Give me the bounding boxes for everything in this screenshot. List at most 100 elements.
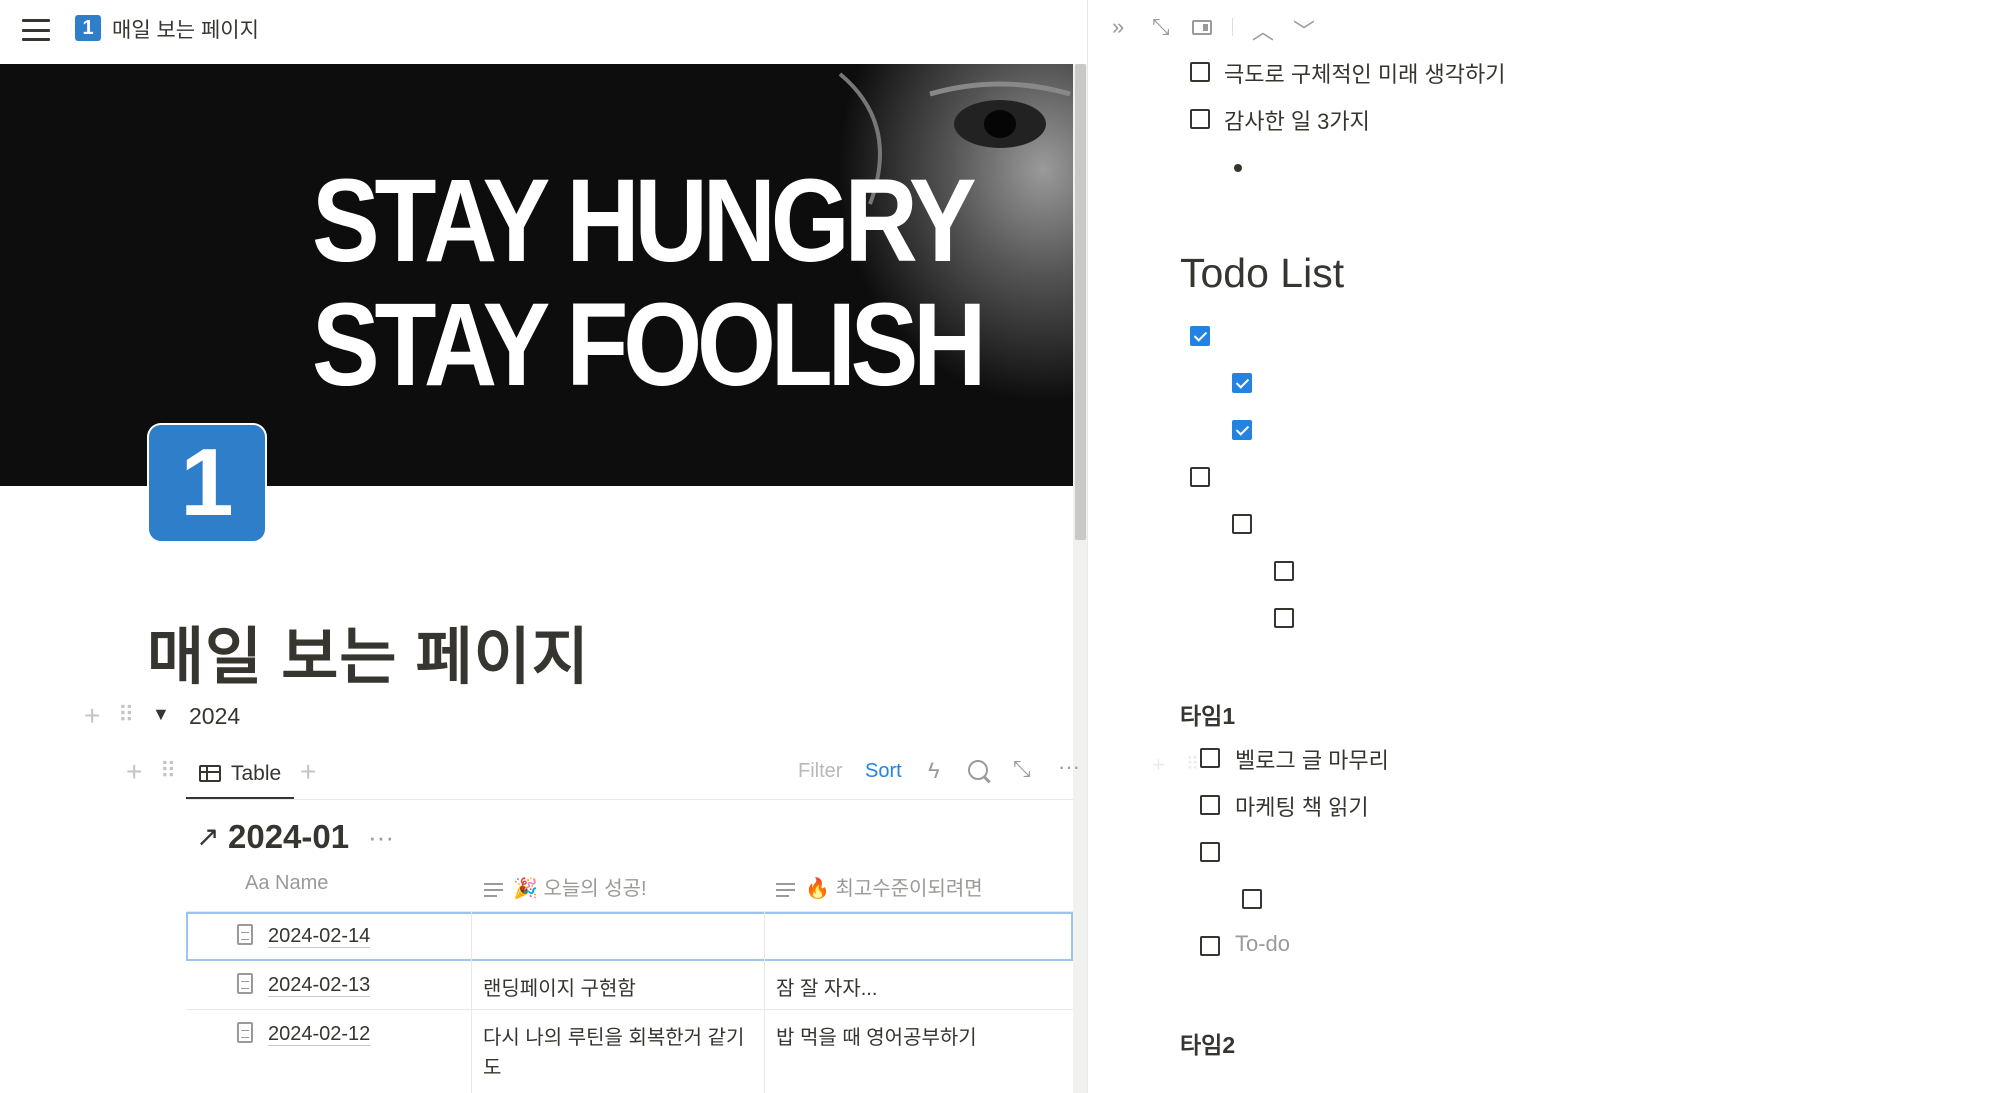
top-level-text: 잠 잘 자자... <box>776 978 878 1000</box>
todo-text-obscured[interactable] <box>1262 367 1362 391</box>
text-property-icon <box>776 882 795 897</box>
success-cell[interactable]: 다시 나의 루틴을 회복한거 같기도 <box>471 1010 765 1093</box>
success-cell[interactable] <box>471 912 765 961</box>
todo-checkbox-checked[interactable] <box>1232 373 1252 393</box>
name-cell[interactable]: 2024-02-14 <box>186 912 472 961</box>
todo-text-obscured[interactable] <box>1220 461 1500 485</box>
table-row[interactable]: 2024-02-12 다시 나의 루틴을 회복한거 같기도 밥 먹을 때 영어공… <box>186 1010 1073 1093</box>
todo-checkbox[interactable] <box>1200 842 1220 862</box>
view-tabs-divider <box>186 799 1073 800</box>
row-name[interactable]: 2024-02-13 <box>268 974 371 997</box>
open-full-page-icon[interactable]: ⤡ <box>1152 14 1170 40</box>
add-block-plus-icon[interactable]: + <box>126 756 142 788</box>
todo-checkbox[interactable] <box>1200 936 1220 956</box>
todo-text-obscured[interactable] <box>1304 555 1324 579</box>
add-block-plus-icon[interactable]: + <box>84 700 100 732</box>
link-arrow-icon: ↗ <box>196 821 220 852</box>
todo-checkbox[interactable] <box>1190 62 1210 82</box>
todo-text[interactable]: 감사한 일 3가지 <box>1224 104 1370 136</box>
text-property-icon <box>484 882 503 897</box>
filter-button[interactable]: Filter <box>798 760 842 783</box>
todo-checkbox[interactable] <box>1232 514 1252 534</box>
document-icon <box>237 924 253 945</box>
automation-bolt-icon[interactable]: ϟ <box>928 758 940 784</box>
cover-image[interactable]: STAY HUNGRY STAY FOOLISH <box>0 64 1073 486</box>
row-name[interactable]: 2024-02-12 <box>268 1023 371 1046</box>
sort-button[interactable]: Sort <box>865 760 902 783</box>
toolbar-separator <box>1232 18 1233 36</box>
todo-checkbox[interactable] <box>1190 109 1210 129</box>
column-header-top-level[interactable]: 🔥 최고수준이되려면 <box>776 872 983 901</box>
drag-handle-icon[interactable]: ⠿ <box>160 758 176 784</box>
bullet-point[interactable] <box>1234 164 1242 172</box>
group-title[interactable]: 2024-01 <box>228 818 349 856</box>
todo-checkbox[interactable] <box>1274 608 1294 628</box>
success-text: 랜딩페이지 구현함 <box>483 978 636 1000</box>
top-bar: 1 매일 보는 페이지 <box>0 0 1087 64</box>
todo-text-obscured[interactable] <box>1276 884 1496 908</box>
todo-text-obscured[interactable] <box>1220 320 1500 344</box>
add-view-plus-icon[interactable]: + <box>300 756 316 788</box>
todo-text[interactable]: 벨로그 글 마무리 <box>1235 743 1389 775</box>
column-header-success[interactable]: 🎉 오늘의 성공! <box>484 872 647 901</box>
time2-heading[interactable]: 타임2 <box>1180 1026 1235 1060</box>
cover-text-line2: STAY FOOLISH <box>312 279 986 411</box>
page-icon[interactable]: 1 <box>149 425 265 541</box>
top-level-cell[interactable]: 밥 먹을 때 영어공부하기 <box>764 1010 1073 1093</box>
column-header-top-level-label: 🔥 최고수준이되려면 <box>805 878 983 900</box>
todo-text-obscured[interactable] <box>1262 508 1362 532</box>
table-row[interactable]: 2024-02-14 <box>186 912 1073 961</box>
breadcrumb-page-icon[interactable]: 1 <box>75 15 101 41</box>
group-more-icon[interactable]: ··· <box>368 822 394 853</box>
document-icon <box>237 973 253 994</box>
chevron-down-icon[interactable]: ﹀ <box>1293 14 1315 46</box>
tab-table-view[interactable]: Table <box>186 750 294 800</box>
drag-handle-icon[interactable]: ⠿ <box>1186 754 1199 775</box>
page-title[interactable]: 매일 보는 페이지 <box>147 606 590 696</box>
tab-table-label: Table <box>231 761 282 785</box>
todo-text-obscured[interactable] <box>1235 837 1325 861</box>
expand-arrows-icon[interactable]: ⤡ <box>1013 756 1031 782</box>
todo-checkbox[interactable] <box>1200 795 1220 815</box>
collapse-double-chevron-icon[interactable]: » <box>1112 14 1124 40</box>
cover-text-line1: STAY HUNGRY <box>312 155 977 287</box>
scrollbar-thumb[interactable] <box>1075 64 1086 540</box>
todo-text-obscured[interactable] <box>1304 602 1374 626</box>
document-icon <box>237 1022 253 1043</box>
table-icon <box>199 765 221 782</box>
side-peek-mode-icon[interactable] <box>1192 20 1212 35</box>
todo-checkbox[interactable] <box>1190 467 1210 487</box>
more-options-icon[interactable]: ··· <box>1058 754 1080 780</box>
todo-checkbox-checked[interactable] <box>1190 326 1210 346</box>
breadcrumb-title[interactable]: 매일 보는 페이지 <box>112 14 259 44</box>
name-cell[interactable]: 2024-02-13 <box>186 961 472 1009</box>
side-peek-pane: » ⤡ ︿ ﹀ 극도로 구체적인 미래 생각하기 감사한 일 3가지 Todo … <box>1088 0 1993 1093</box>
menu-icon[interactable] <box>22 16 50 44</box>
top-level-cell[interactable] <box>764 912 1073 961</box>
todo-checkbox[interactable] <box>1274 561 1294 581</box>
row-name[interactable]: 2024-02-14 <box>268 925 371 948</box>
success-cell[interactable]: 랜딩페이지 구현함 <box>471 961 765 1009</box>
top-level-cell[interactable]: 잠 잘 자자... <box>764 961 1073 1009</box>
name-cell[interactable]: 2024-02-12 <box>186 1010 472 1093</box>
todo-checkbox-checked[interactable] <box>1232 420 1252 440</box>
search-icon[interactable] <box>968 760 988 780</box>
todo-text[interactable]: 마케팅 책 읽기 <box>1235 790 1369 822</box>
todo-list-heading[interactable]: Todo List <box>1180 250 1344 297</box>
todo-placeholder-text[interactable]: To-do <box>1235 931 1290 957</box>
drag-handle-icon[interactable]: ⠿ <box>118 702 134 728</box>
todo-text-obscured[interactable] <box>1262 414 1362 438</box>
table-row[interactable]: 2024-02-13 랜딩페이지 구현함 잠 잘 자자... <box>186 961 1073 1010</box>
column-header-name[interactable]: Aa Name <box>245 872 328 895</box>
toggle-label[interactable]: 2024 <box>189 703 240 730</box>
todo-checkbox[interactable] <box>1200 748 1220 768</box>
add-block-plus-icon[interactable]: + <box>1152 752 1165 778</box>
top-level-text: 밥 먹을 때 영어공부하기 <box>776 1027 977 1049</box>
time1-heading[interactable]: 타임1 <box>1180 697 1235 731</box>
todo-checkbox[interactable] <box>1242 889 1262 909</box>
success-text: 다시 나의 루틴을 회복한거 같기도 <box>483 1027 745 1079</box>
toggle-arrow-icon[interactable]: ▼ <box>152 704 170 725</box>
todo-text[interactable]: 극도로 구체적인 미래 생각하기 <box>1224 57 1505 89</box>
chevron-up-icon[interactable]: ︿ <box>1252 14 1274 46</box>
main-page-pane: 1 매일 보는 페이지 STAY HUNGRY STAY FOOLISH 1 매… <box>0 0 1087 1093</box>
